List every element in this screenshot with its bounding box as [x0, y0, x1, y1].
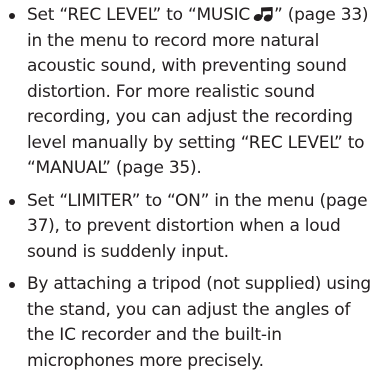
- bullet-icon: [9, 282, 15, 288]
- manual-page: Set “REC LEVEL” to “MUSIC” (page 33) in …: [0, 0, 380, 382]
- tips-list: Set “REC LEVEL” to “MUSIC” (page 33) in …: [7, 3, 377, 381]
- item-text-part1: Set “REC LEVEL” to “MUSIC: [27, 5, 251, 25]
- list-item-rec-level: Set “REC LEVEL” to “MUSIC” (page 33) in …: [7, 3, 377, 182]
- item-text: By attaching a tripod (not supplied) usi…: [27, 274, 371, 371]
- music-note-icon: [253, 6, 273, 22]
- bullet-icon: [9, 198, 15, 205]
- bullet-icon: [9, 13, 15, 19]
- list-item-tripod: By attaching a tripod (not supplied) usi…: [7, 272, 377, 374]
- list-item-limiter: Set “LIMITER” to “ON” in the menu (page …: [7, 189, 377, 266]
- item-text: Set “LIMITER” to “ON” in the menu (page …: [27, 190, 368, 262]
- item-text-part2: ” (page 33) in the menu to record more n…: [27, 5, 369, 178]
